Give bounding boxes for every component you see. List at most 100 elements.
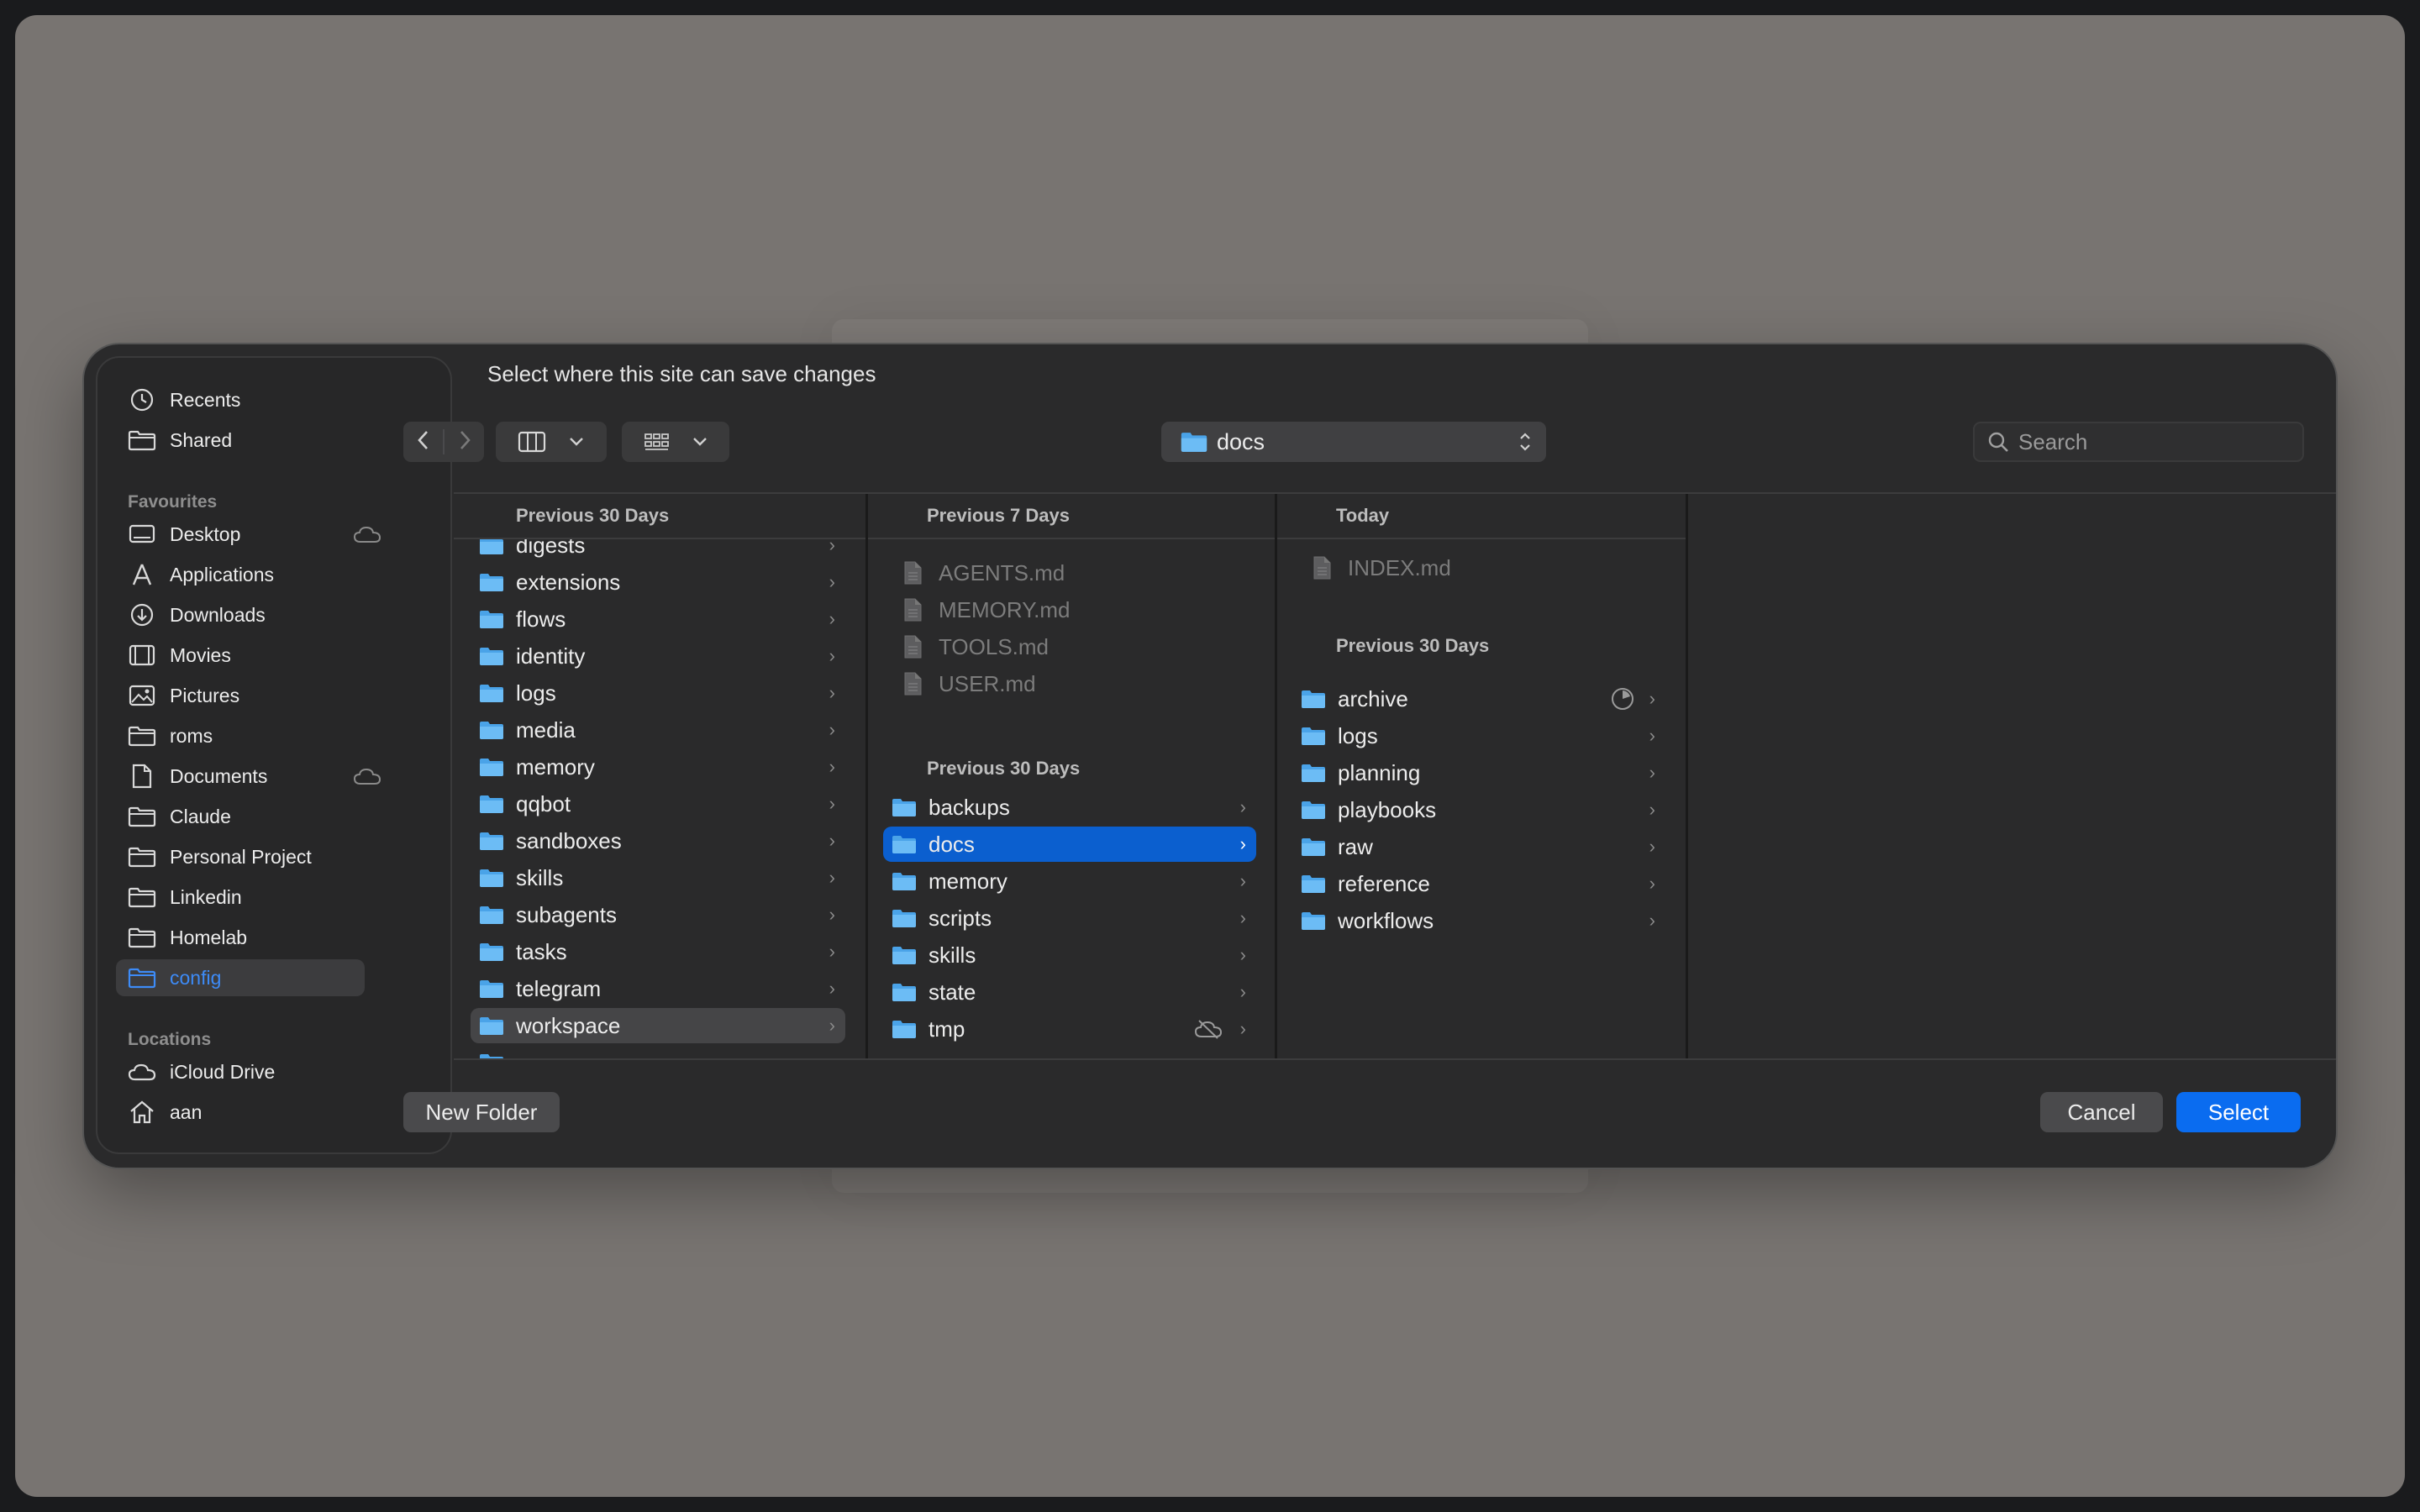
folder-row[interactable]: qqbot › bbox=[471, 786, 845, 822]
folder-row[interactable]: logs › bbox=[471, 675, 845, 711]
column-3: Today Previous 30 Days INDEX.md archive › l… bbox=[1277, 494, 1686, 1058]
item-label: scripts bbox=[929, 905, 992, 931]
sidebar-item-downloads[interactable]: Downloads bbox=[126, 596, 429, 633]
folder-icon bbox=[1301, 874, 1326, 894]
group-by-button[interactable] bbox=[622, 422, 729, 462]
folder-row[interactable]: media › bbox=[471, 712, 845, 748]
column-section-header: Previous 30 Days bbox=[1336, 635, 1490, 656]
folder-row[interactable]: memory › bbox=[471, 749, 845, 785]
search-input[interactable] bbox=[2017, 428, 2289, 456]
folder-row[interactable]: skills › bbox=[471, 860, 845, 895]
sidebar-item-label: Recents bbox=[170, 388, 241, 411]
folder-row[interactable]: playbooks › bbox=[1292, 792, 1665, 827]
folder-row[interactable]: workflows › bbox=[1292, 903, 1665, 938]
applications-icon bbox=[126, 561, 158, 588]
sidebar-item-label: Movies bbox=[170, 643, 231, 666]
view-mode-columns-button[interactable] bbox=[496, 422, 607, 462]
item-label: sandboxes bbox=[516, 827, 622, 853]
folder-row[interactable]: scripts › bbox=[883, 900, 1256, 936]
sidebar-item-home[interactable]: aan bbox=[126, 1094, 429, 1131]
cancel-button[interactable]: Cancel bbox=[2040, 1092, 2163, 1132]
search-field[interactable] bbox=[1973, 422, 2304, 462]
folder-row[interactable]: tmp › bbox=[883, 1011, 1256, 1047]
save-location-dialog: Recents Shared Favourites Desktop Applic… bbox=[84, 344, 2336, 1168]
sidebar: Recents Shared Favourites Desktop Applic… bbox=[96, 356, 452, 1154]
sidebar-item-movies[interactable]: Movies bbox=[126, 637, 429, 674]
folder-icon bbox=[479, 868, 504, 888]
sidebar-item-homelab[interactable]: Homelab bbox=[126, 919, 429, 956]
sidebar-item-desktop[interactable]: Desktop bbox=[126, 516, 429, 553]
item-label: planning bbox=[1338, 759, 1421, 785]
file-row[interactable]: MEMORY.md bbox=[883, 592, 1256, 627]
back-button[interactable] bbox=[415, 429, 432, 455]
file-row[interactable]: AGENTS.md bbox=[883, 555, 1256, 591]
folder-icon bbox=[892, 945, 917, 965]
file-icon bbox=[903, 561, 922, 585]
column-1: Previous 30 Days digests › extensions › flow… bbox=[454, 494, 865, 1058]
chevron-right-icon: › bbox=[829, 793, 835, 814]
folder-icon bbox=[126, 843, 158, 870]
folder-row[interactable]: planning › bbox=[1292, 755, 1665, 790]
sidebar-item-recents[interactable]: Recents bbox=[126, 381, 429, 418]
folder-icon bbox=[1301, 689, 1326, 709]
locations-header: Locations bbox=[128, 1030, 212, 1049]
sidebar-item-label: config bbox=[170, 966, 222, 989]
chevron-right-icon: › bbox=[1649, 799, 1655, 820]
folder-row[interactable]: archive › bbox=[1292, 681, 1665, 717]
sidebar-item-shared[interactable]: Shared bbox=[126, 422, 429, 459]
folder-row[interactable]: identity › bbox=[471, 638, 845, 674]
chevron-right-icon: › bbox=[829, 904, 835, 925]
chevron-right-icon: › bbox=[829, 978, 835, 999]
sidebar-item-icloud-drive[interactable]: iCloud Drive bbox=[126, 1053, 429, 1090]
sidebar-item-linkedin[interactable]: Linkedin bbox=[126, 879, 429, 916]
grid-group-icon bbox=[644, 433, 669, 450]
item-label: skills bbox=[516, 864, 564, 890]
folder-icon bbox=[892, 982, 917, 1002]
item-label: memory bbox=[929, 868, 1007, 894]
sidebar-item-documents[interactable]: Documents bbox=[126, 758, 429, 795]
file-icon bbox=[903, 635, 922, 659]
folder-row[interactable]: state › bbox=[883, 974, 1256, 1010]
item-label: USER.md bbox=[939, 670, 1036, 696]
file-row[interactable]: TOOLS.md bbox=[883, 629, 1256, 664]
sidebar-item-config[interactable]: config bbox=[116, 959, 365, 996]
photo-icon bbox=[126, 682, 158, 709]
folder-row[interactable]: tasks › bbox=[471, 934, 845, 969]
file-row[interactable]: INDEX.md bbox=[1292, 550, 1665, 585]
forward-button[interactable] bbox=[456, 429, 473, 455]
folder-row[interactable]: flows › bbox=[471, 601, 845, 637]
select-button[interactable]: Select bbox=[2176, 1092, 2301, 1132]
folder-row[interactable]: docs › bbox=[883, 827, 1256, 862]
sidebar-item-label: Desktop bbox=[170, 522, 241, 545]
folder-row[interactable]: sandboxes › bbox=[471, 823, 845, 858]
folder-row[interactable]: workspace › bbox=[471, 1008, 845, 1043]
folder-row-partial[interactable] bbox=[471, 1045, 845, 1058]
sidebar-item-claude[interactable]: Claude bbox=[126, 798, 429, 835]
folder-row[interactable]: extensions › bbox=[471, 564, 845, 600]
folder-row[interactable]: subagents › bbox=[471, 897, 845, 932]
folder-icon bbox=[479, 905, 504, 925]
folder-row[interactable]: skills › bbox=[883, 937, 1256, 973]
folder-row[interactable]: memory › bbox=[883, 864, 1256, 899]
sidebar-item-pictures[interactable]: Pictures bbox=[126, 677, 429, 714]
chevron-right-icon: › bbox=[829, 645, 835, 666]
folder-icon bbox=[892, 834, 917, 854]
folder-icon bbox=[892, 797, 917, 817]
folder-row[interactable]: raw › bbox=[1292, 829, 1665, 864]
sidebar-item-personal-project[interactable]: Personal Project bbox=[126, 838, 429, 875]
sidebar-item-applications[interactable]: Applications bbox=[126, 556, 429, 593]
folder-row[interactable]: backups › bbox=[883, 790, 1256, 825]
columns-view-icon bbox=[518, 431, 546, 453]
document-icon bbox=[126, 763, 158, 790]
new-folder-button[interactable]: New Folder bbox=[403, 1092, 560, 1132]
chevron-right-icon: › bbox=[829, 1015, 835, 1036]
folder-row[interactable]: logs › bbox=[1292, 718, 1665, 753]
file-row[interactable]: USER.md bbox=[883, 666, 1256, 701]
folder-row[interactable]: telegram › bbox=[471, 971, 845, 1006]
item-label: tmp bbox=[929, 1016, 965, 1042]
folder-icon bbox=[892, 871, 917, 891]
folder-row[interactable]: reference › bbox=[1292, 866, 1665, 901]
path-popup[interactable]: docs bbox=[1161, 422, 1546, 462]
sidebar-item-label: aan bbox=[170, 1100, 203, 1123]
sidebar-item-roms[interactable]: roms bbox=[126, 717, 429, 754]
